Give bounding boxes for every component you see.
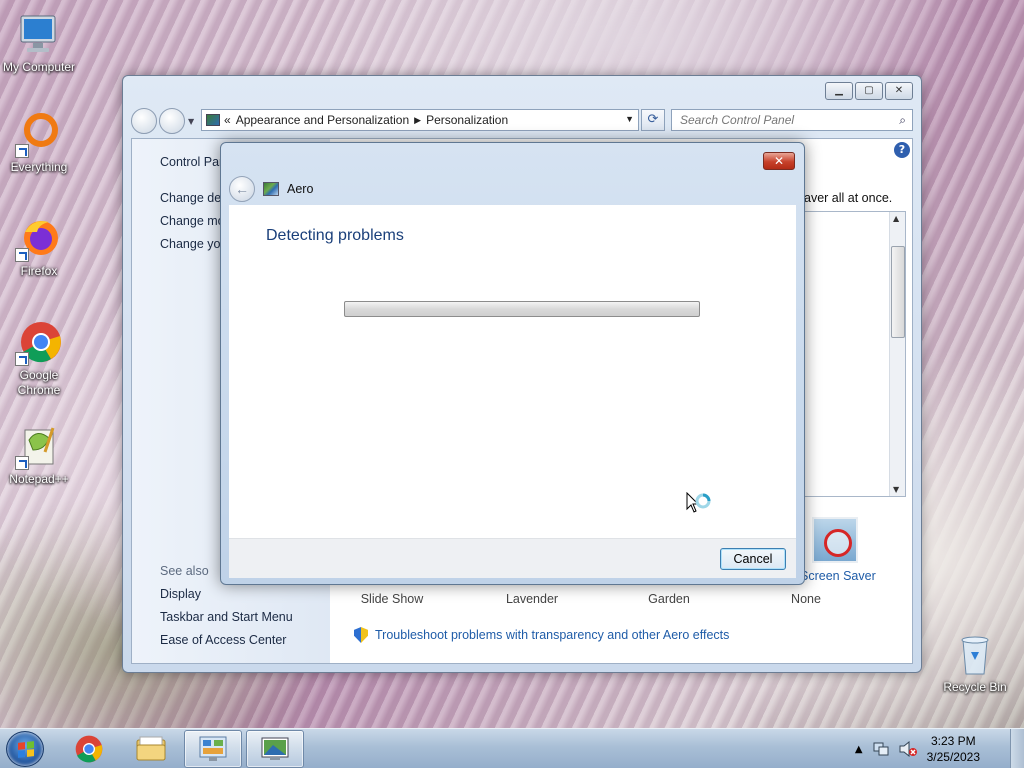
taskbar: ▲ 3:23 PM 3/25/2023 xyxy=(0,728,1024,768)
taskbar-chrome-button[interactable] xyxy=(60,730,118,768)
uac-shield-icon xyxy=(354,627,368,643)
screen-saver-value: None xyxy=(791,592,821,606)
display-link[interactable]: Display xyxy=(160,587,201,601)
desktop-icon-firefox[interactable]: Firefox xyxy=(0,214,78,279)
see-also-heading: See also xyxy=(160,564,209,578)
desktop-icon-chrome[interactable]: Google Chrome xyxy=(0,318,78,398)
taskbar-control-panel-button[interactable] xyxy=(184,730,242,768)
aero-troubleshooter-icon xyxy=(261,737,289,760)
desktop-icon-label: My Computer xyxy=(2,60,76,74)
desktop-icon-my-computer[interactable]: My Computer xyxy=(0,10,78,75)
desktop-icon-label: Notepad++ xyxy=(9,472,69,486)
desktop-icon-notepadpp[interactable]: Notepad++ xyxy=(0,422,78,487)
screen-saver-setting[interactable]: Screen Saver xyxy=(800,517,876,583)
busy-cursor-icon xyxy=(686,491,714,520)
forward-button[interactable] xyxy=(159,108,185,134)
theme-list-scrollbar[interactable]: ▲ ▼ xyxy=(889,212,905,496)
cancel-button[interactable]: Cancel xyxy=(720,548,786,570)
start-button[interactable] xyxy=(6,731,44,767)
shortcut-arrow-icon xyxy=(15,456,29,470)
control-panel-icon xyxy=(206,114,220,126)
computer-icon xyxy=(15,10,63,58)
desktop-icon-label: Recycle Bin xyxy=(943,680,1007,694)
breadcrumb-personalization[interactable]: Personalization xyxy=(426,113,508,127)
aero-troubleshooter-icon xyxy=(263,182,279,196)
recent-pages-dropdown-icon[interactable]: ▼ xyxy=(188,117,194,126)
taskbar-start-menu-link[interactable]: Taskbar and Start Menu xyxy=(160,610,293,624)
desktop-icon-label: Everything xyxy=(10,160,68,174)
desktop-icon-recycle-bin[interactable]: Recycle Bin xyxy=(936,630,1014,695)
clock-date: 3/25/2023 xyxy=(926,750,980,764)
shortcut-arrow-icon xyxy=(15,144,29,158)
dialog-header: ← Aero xyxy=(229,173,796,205)
troubleshoot-aero-label[interactable]: Troubleshoot problems with transparency … xyxy=(375,628,729,642)
theme-caption-garden: Garden xyxy=(648,592,690,606)
personalization-description: aver all at once. xyxy=(804,191,893,205)
chrome-icon xyxy=(15,318,63,366)
windows-logo-icon xyxy=(18,741,34,758)
desktop-icon-everything[interactable]: Everything xyxy=(0,110,78,175)
dialog-title: Aero xyxy=(287,182,314,196)
taskbar-explorer-button[interactable] xyxy=(122,730,180,768)
dialog-footer: Cancel xyxy=(229,538,796,578)
breadcrumb-appearance[interactable]: Appearance and Personalization xyxy=(236,113,409,127)
navigation-buttons: ▼ xyxy=(131,108,194,134)
desktop-icon-label: Firefox xyxy=(20,264,58,278)
scroll-down-icon[interactable]: ▼ xyxy=(893,485,899,494)
troubleshoot-aero-link[interactable]: Troubleshoot problems with transparency … xyxy=(354,627,729,643)
everything-search-icon xyxy=(15,110,63,158)
clock-time: 3:23 PM xyxy=(930,734,976,748)
scrollbar-thumb[interactable] xyxy=(891,246,905,338)
search-icon[interactable]: ⌕ xyxy=(899,110,906,130)
search-placeholder: Search Control Panel xyxy=(680,113,795,127)
progress-bar xyxy=(344,301,700,317)
ease-of-access-link[interactable]: Ease of Access Center xyxy=(160,633,286,647)
back-button[interactable] xyxy=(131,108,157,134)
recycle-bin-icon xyxy=(951,630,999,678)
shortcut-arrow-icon xyxy=(15,352,29,366)
close-button[interactable]: ✕ xyxy=(885,82,913,100)
shortcut-arrow-icon xyxy=(15,248,29,262)
search-input[interactable]: Search Control Panel ⌕ xyxy=(671,109,913,131)
theme-caption-slide-show: Slide Show xyxy=(360,592,424,606)
control-panel-icon xyxy=(199,736,227,761)
aero-troubleshooter-dialog: ✕ ← Aero Detecting problems Cancel xyxy=(220,142,805,585)
window-caption-buttons: ▁ ▢ ✕ xyxy=(825,82,913,100)
dialog-close-button[interactable]: ✕ xyxy=(763,152,795,170)
folder-icon xyxy=(136,736,166,761)
show-desktop-button[interactable] xyxy=(1010,729,1024,768)
minimize-button[interactable]: ▁ xyxy=(825,82,853,100)
dialog-content: Detecting problems xyxy=(229,205,796,538)
help-icon[interactable]: ? xyxy=(894,142,910,158)
firefox-icon xyxy=(15,214,63,262)
screen-saver-icon xyxy=(812,517,858,563)
dialog-back-button[interactable]: ← xyxy=(229,176,255,202)
chrome-icon xyxy=(75,735,103,763)
clock[interactable]: 3:23 PM 3/25/2023 xyxy=(927,733,980,765)
address-dropdown-icon[interactable]: ▼ xyxy=(625,114,634,124)
scroll-up-icon[interactable]: ▲ xyxy=(893,214,899,223)
breadcrumb-separator-icon[interactable]: ▶ xyxy=(414,115,421,126)
volume-muted-icon[interactable] xyxy=(899,741,917,757)
show-hidden-icons-button[interactable]: ▲ xyxy=(855,744,863,755)
system-tray: ▲ 3:23 PM 3/25/2023 xyxy=(855,729,980,768)
theme-caption-lavender: Lavender xyxy=(505,592,559,606)
address-bar[interactable]: « Appearance and Personalization ▶ Perso… xyxy=(201,109,639,131)
dialog-heading: Detecting problems xyxy=(266,227,404,244)
screen-saver-label[interactable]: Screen Saver xyxy=(800,569,876,583)
notepadpp-icon xyxy=(15,422,63,470)
taskbar-aero-troubleshooter-button[interactable] xyxy=(246,730,304,768)
maximize-button[interactable]: ▢ xyxy=(855,82,883,100)
desktop-icon-label: Google Chrome xyxy=(17,368,61,397)
refresh-button[interactable]: ⟳ xyxy=(641,109,665,131)
network-icon[interactable] xyxy=(873,741,889,757)
address-overflow-chevron[interactable]: « xyxy=(224,113,231,127)
